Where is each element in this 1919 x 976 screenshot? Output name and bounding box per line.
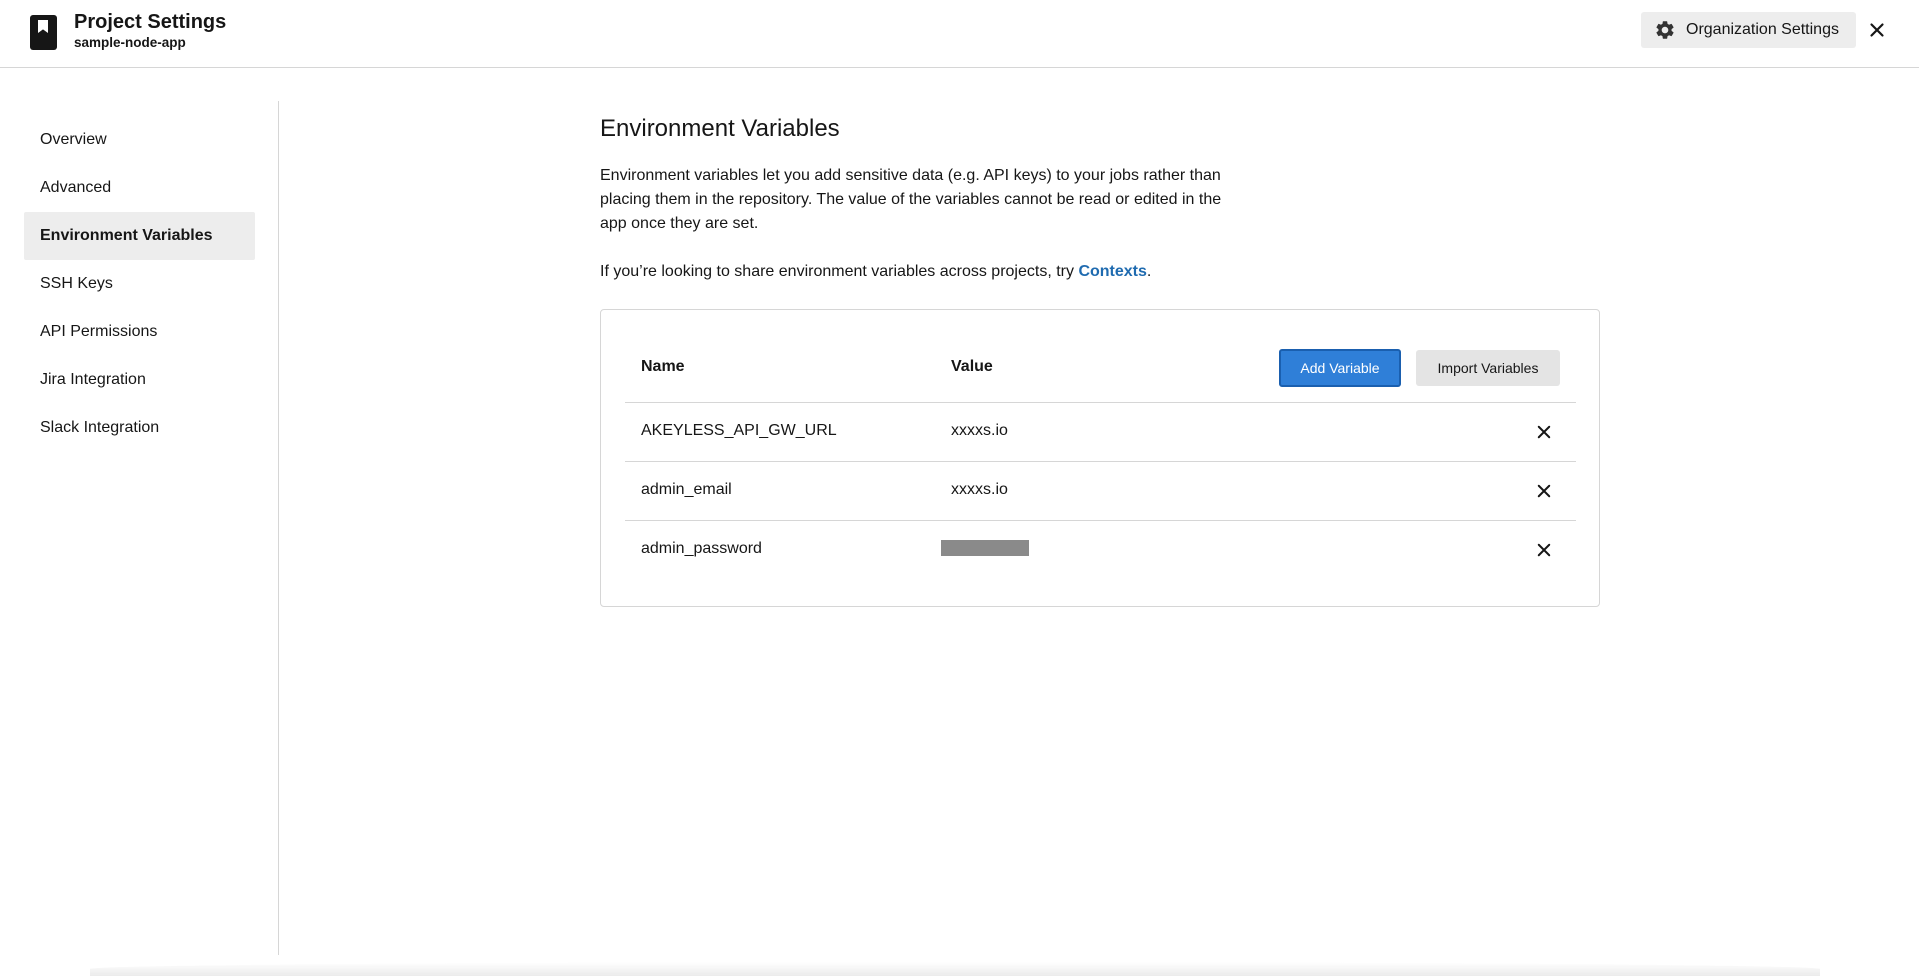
section-title: Environment Variables: [600, 115, 840, 142]
sidebar-item-ssh-keys[interactable]: SSH Keys: [24, 260, 255, 308]
delete-variable-icon[interactable]: [1535, 541, 1553, 559]
column-header-name: Name: [641, 358, 685, 375]
table-row: admin_password: [625, 520, 1576, 579]
sidebar-item-jira-integration[interactable]: Jira Integration: [24, 356, 255, 404]
variable-value: xxxxs.io: [951, 481, 1008, 498]
bottom-shadow: [90, 962, 1820, 976]
delete-variable-icon[interactable]: [1535, 423, 1553, 441]
column-header-value: Value: [951, 358, 993, 375]
contexts-hint-text: If you’re looking to share environment v…: [600, 263, 1079, 280]
sidebar-item-environment-variables[interactable]: Environment Variables: [24, 212, 255, 260]
sidebar-item-overview[interactable]: Overview: [24, 116, 255, 164]
project-name: sample-node-app: [74, 35, 186, 50]
contexts-link[interactable]: Contexts: [1078, 263, 1146, 280]
top-header: Project Settings sample-node-app Organiz…: [0, 0, 1919, 68]
delete-variable-icon[interactable]: [1535, 482, 1553, 500]
variable-name: AKEYLESS_API_GW_URL: [641, 422, 837, 439]
organization-settings-button[interactable]: Organization Settings: [1641, 12, 1856, 48]
sidebar-item-advanced[interactable]: Advanced: [24, 164, 255, 212]
gear-icon: [1656, 21, 1674, 39]
contexts-hint-suffix: .: [1146, 263, 1152, 280]
variable-name: admin_password: [641, 540, 762, 557]
close-icon[interactable]: [1866, 19, 1888, 41]
table-row: AKEYLESS_API_GW_URL xxxxs.io: [625, 402, 1576, 461]
import-variables-button[interactable]: Import Variables: [1416, 350, 1560, 386]
contexts-hint: If you’re looking to share environment v…: [600, 260, 1151, 284]
table-row: admin_email xxxxs.io: [625, 461, 1576, 520]
add-variable-button[interactable]: Add Variable: [1279, 349, 1401, 387]
variable-name: admin_email: [641, 481, 732, 498]
page-title: Project Settings: [74, 11, 227, 33]
settings-sidebar: Overview Advanced Environment Variables …: [0, 101, 279, 955]
variable-value: xxxxs.io: [951, 422, 1008, 439]
sidebar-item-api-permissions[interactable]: API Permissions: [24, 308, 255, 356]
section-description: Environment variables let you add sensit…: [600, 167, 1222, 232]
sidebar-item-slack-integration[interactable]: Slack Integration: [24, 404, 255, 452]
bookmark-icon: [30, 15, 57, 50]
masked-value: [941, 540, 1029, 556]
env-variables-card: Name Value Add Variable Import Variables…: [600, 309, 1600, 607]
organization-settings-label: Organization Settings: [1686, 21, 1839, 38]
